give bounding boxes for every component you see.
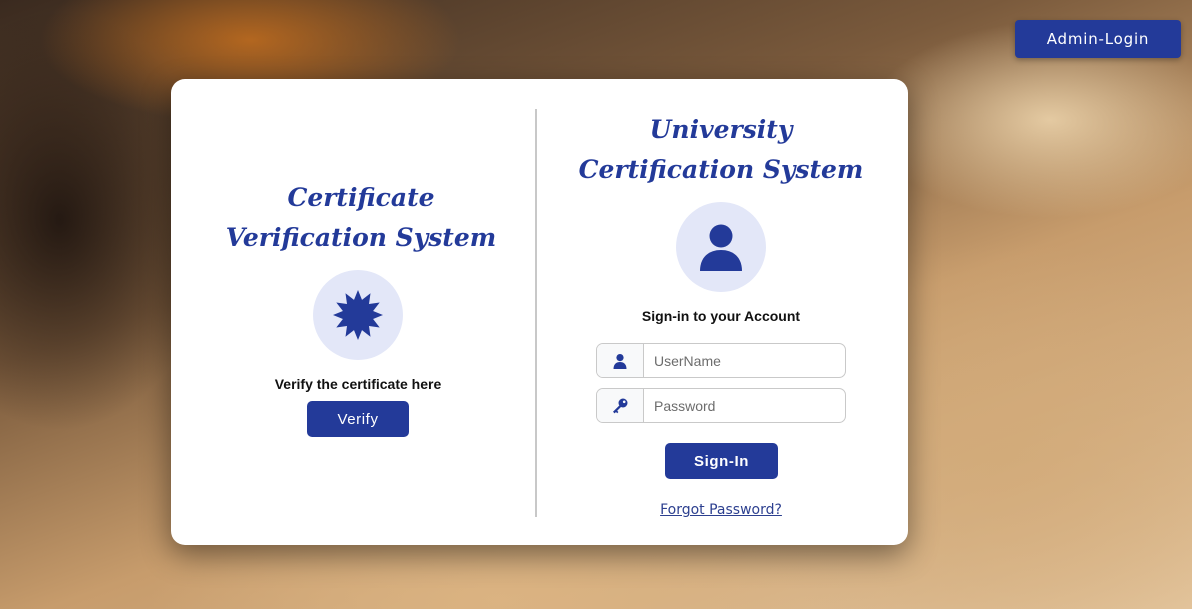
signin-caption: Sign-in to your Account [641, 308, 801, 324]
password-input-group [596, 388, 846, 423]
forgot-password-link[interactable]: Forgot Password? [631, 502, 811, 518]
user-avatar-icon [676, 202, 766, 292]
login-card: Certificate Verification System Verify t… [171, 79, 908, 545]
signin-button[interactable]: Sign-In [665, 443, 778, 479]
certification-system-title: University Certification System [578, 115, 864, 184]
certificate-badge-icon [313, 270, 403, 360]
key-icon [597, 389, 644, 422]
user-icon [597, 344, 644, 377]
verify-button[interactable]: Verify [307, 401, 409, 437]
username-input[interactable] [644, 344, 845, 377]
verification-system-title: Certificate Verification System [225, 183, 497, 252]
panel-divider [535, 109, 537, 517]
admin-login-button[interactable]: Admin-Login [1015, 20, 1181, 58]
verify-caption: Verify the certificate here [274, 376, 442, 392]
username-input-group [596, 343, 846, 378]
password-input[interactable] [644, 389, 845, 422]
